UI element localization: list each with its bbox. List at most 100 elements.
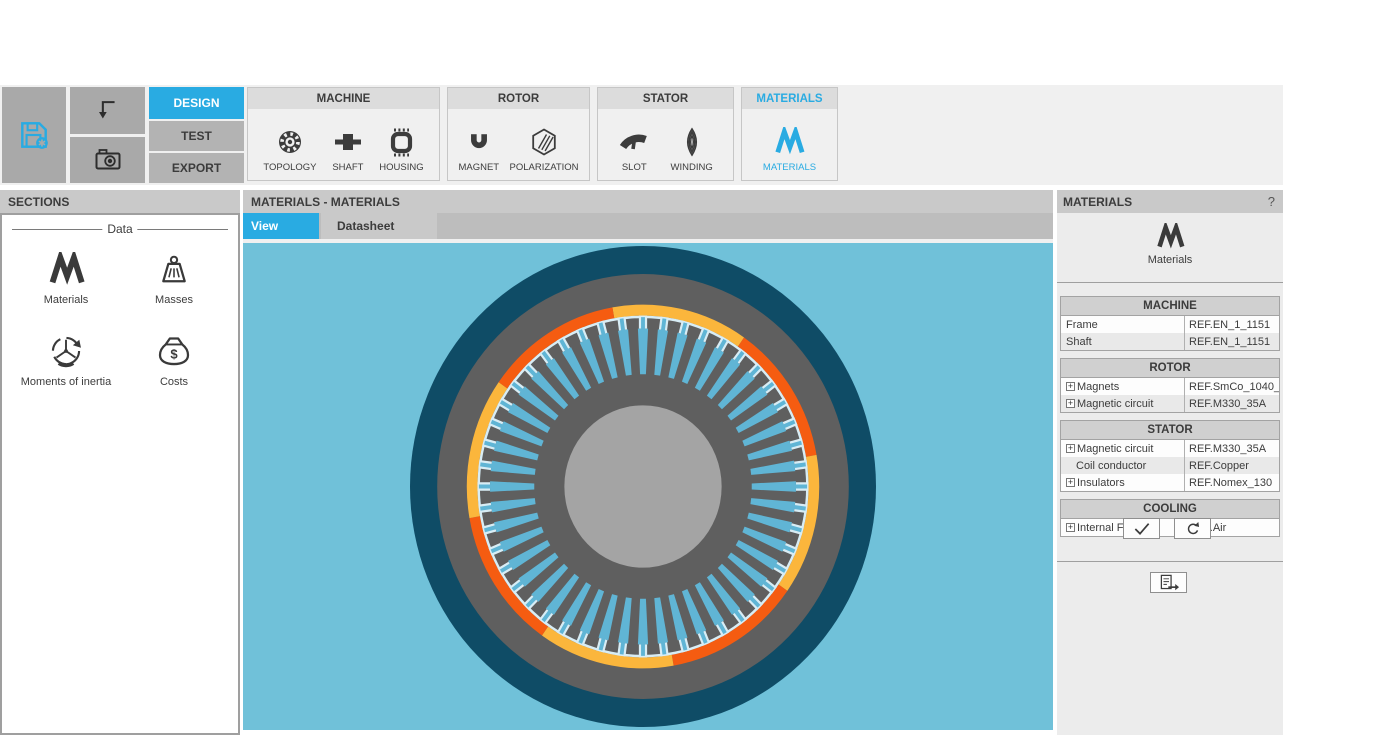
row-value[interactable]: REF.Copper <box>1184 457 1279 474</box>
row-value[interactable]: REF.SmCo_1040_1800 <box>1184 378 1279 395</box>
sections-panel-title: SECTIONS <box>0 190 240 213</box>
table-section-header: ROTOR <box>1061 359 1279 378</box>
undo-button[interactable] <box>70 87 145 134</box>
tab-design[interactable]: DESIGN <box>149 87 244 119</box>
magnet-icon <box>464 122 494 162</box>
export-report-button[interactable] <box>1150 572 1187 593</box>
shaft-icon <box>332 122 364 162</box>
winding-button[interactable]: WINDING <box>671 109 713 180</box>
sidebar-item-materials[interactable]: Materials <box>12 252 120 306</box>
toolbar-group-stator: STATOR SLOT <box>597 87 734 181</box>
materials-icon <box>1155 223 1185 251</box>
reset-icon <box>1184 520 1202 538</box>
tab-datasheet[interactable]: Datasheet <box>321 213 437 239</box>
materials-header-label: Materials <box>1148 254 1193 266</box>
magnet-button[interactable]: MAGNET <box>458 109 499 180</box>
save-icon <box>17 118 51 152</box>
polarization-button[interactable]: POLARIZATION <box>510 109 579 180</box>
save-button[interactable] <box>2 87 66 183</box>
row-label: +Magnetic circuit <box>1061 440 1184 457</box>
toolbar: DESIGN TEST EXPORT MACHINE TOPOL <box>0 85 1283 185</box>
materials-icon <box>46 252 86 288</box>
materials-label: Materials <box>44 294 89 306</box>
row-label: +Insulators <box>1061 474 1184 491</box>
table-row[interactable]: FrameREF.EN_1_1151 <box>1061 316 1279 333</box>
expand-icon[interactable]: + <box>1066 382 1075 391</box>
divider <box>1057 561 1283 562</box>
materials-properties-panel: MATERIALS ? Materials MACHINEFrameREF.EN… <box>1057 190 1283 735</box>
magnet-label: MAGNET <box>458 162 499 173</box>
row-label: Shaft <box>1061 333 1184 350</box>
materials-label: MATERIALS <box>763 162 816 173</box>
panel-help-icon[interactable]: ? <box>1268 194 1275 209</box>
screenshot-button[interactable] <box>70 137 145 183</box>
shaft-button[interactable]: SHAFT <box>332 109 364 180</box>
table-row[interactable]: Coil conductorREF.Copper <box>1061 457 1279 474</box>
masses-icon <box>155 252 193 288</box>
motor-cross-section <box>410 246 876 727</box>
main-view: MATERIALS - MATERIALS View Datasheet <box>243 190 1053 730</box>
sidebar-item-costs[interactable]: $ Costs <box>120 332 228 388</box>
svg-text:$: $ <box>170 347 178 362</box>
costs-icon: $ <box>155 332 193 370</box>
sidebar-item-moments-of-inertia[interactable]: Moments of inertia <box>12 332 120 388</box>
apply-button[interactable] <box>1123 518 1160 539</box>
polarization-icon <box>528 122 560 162</box>
tab-export[interactable]: EXPORT <box>149 153 244 183</box>
slot-button[interactable]: SLOT <box>618 109 650 180</box>
camera-icon <box>92 144 124 176</box>
expand-icon[interactable]: + <box>1066 444 1075 453</box>
topology-label: TOPOLOGY <box>263 162 316 173</box>
motor-viewport[interactable] <box>243 243 1053 730</box>
table-row[interactable]: +Magnetic circuitREF.M330_35A <box>1061 395 1279 412</box>
materials-table-stator: STATOR+Magnetic circuitREF.M330_35ACoil … <box>1060 420 1280 492</box>
materials-panel-title: MATERIALS ? <box>1057 190 1283 213</box>
divider <box>1057 282 1283 283</box>
materials-tables: MACHINEFrameREF.EN_1_1151ShaftREF.EN_1_1… <box>1060 296 1280 544</box>
materials-button[interactable]: MATERIALS <box>763 109 816 180</box>
row-value[interactable]: REF.EN_1_1151 <box>1184 316 1279 333</box>
table-row[interactable]: +InsulatorsREF.Nomex_130 <box>1061 474 1279 491</box>
housing-label: HOUSING <box>379 162 423 173</box>
expand-icon[interactable]: + <box>1066 478 1075 487</box>
table-section-header: COOLING <box>1061 500 1279 519</box>
moments-of-inertia-icon <box>46 332 86 370</box>
expand-icon[interactable]: + <box>1066 523 1075 532</box>
sections-panel: SECTIONS Data Materials <box>0 190 240 735</box>
data-group: Data Materials Masses <box>12 229 228 388</box>
housing-button[interactable]: HOUSING <box>379 109 423 180</box>
topology-button[interactable]: TOPOLOGY <box>263 109 316 180</box>
group-title: STATOR <box>598 88 733 109</box>
row-value[interactable]: REF.M330_35A <box>1184 395 1279 412</box>
reset-button[interactable] <box>1174 518 1211 539</box>
table-row[interactable]: +Internal FluidREF.Air <box>1061 519 1279 536</box>
table-section-header: MACHINE <box>1061 297 1279 316</box>
materials-table-rotor: ROTOR+MagnetsREF.SmCo_1040_1800+Magnetic… <box>1060 358 1280 413</box>
row-value[interactable]: REF.M330_35A <box>1184 440 1279 457</box>
tab-view[interactable]: View <box>243 213 319 239</box>
sidebar-item-masses[interactable]: Masses <box>120 252 228 306</box>
winding-label: WINDING <box>671 162 713 173</box>
slot-label: SLOT <box>622 162 647 173</box>
table-row[interactable]: ShaftREF.EN_1_1151 <box>1061 333 1279 350</box>
table-row[interactable]: +Magnetic circuitREF.M330_35A <box>1061 440 1279 457</box>
moments-of-inertia-label: Moments of inertia <box>21 376 111 388</box>
sections-panel-body: Data Materials Masses <box>0 213 240 735</box>
masses-label: Masses <box>155 294 193 306</box>
row-value[interactable]: REF.Nomex_130 <box>1184 474 1279 491</box>
polarization-label: POLARIZATION <box>510 162 579 173</box>
expand-icon[interactable]: + <box>1066 399 1075 408</box>
housing-icon <box>385 122 417 162</box>
materials-icon <box>773 122 805 162</box>
winding-icon <box>676 122 708 162</box>
tab-test[interactable]: TEST <box>149 121 244 151</box>
topology-icon <box>274 122 306 162</box>
table-row[interactable]: +MagnetsREF.SmCo_1040_1800 <box>1061 378 1279 395</box>
row-label: Coil conductor <box>1061 457 1184 474</box>
materials-table-cooling: COOLING+Internal FluidREF.Air <box>1060 499 1280 537</box>
row-label: Frame <box>1061 316 1184 333</box>
toolbar-group-machine: MACHINE TOPOLOGY <box>247 87 440 181</box>
materials-panel-title-label: MATERIALS <box>1063 195 1132 209</box>
row-value[interactable]: REF.EN_1_1151 <box>1184 333 1279 350</box>
undo-icon <box>93 96 123 126</box>
